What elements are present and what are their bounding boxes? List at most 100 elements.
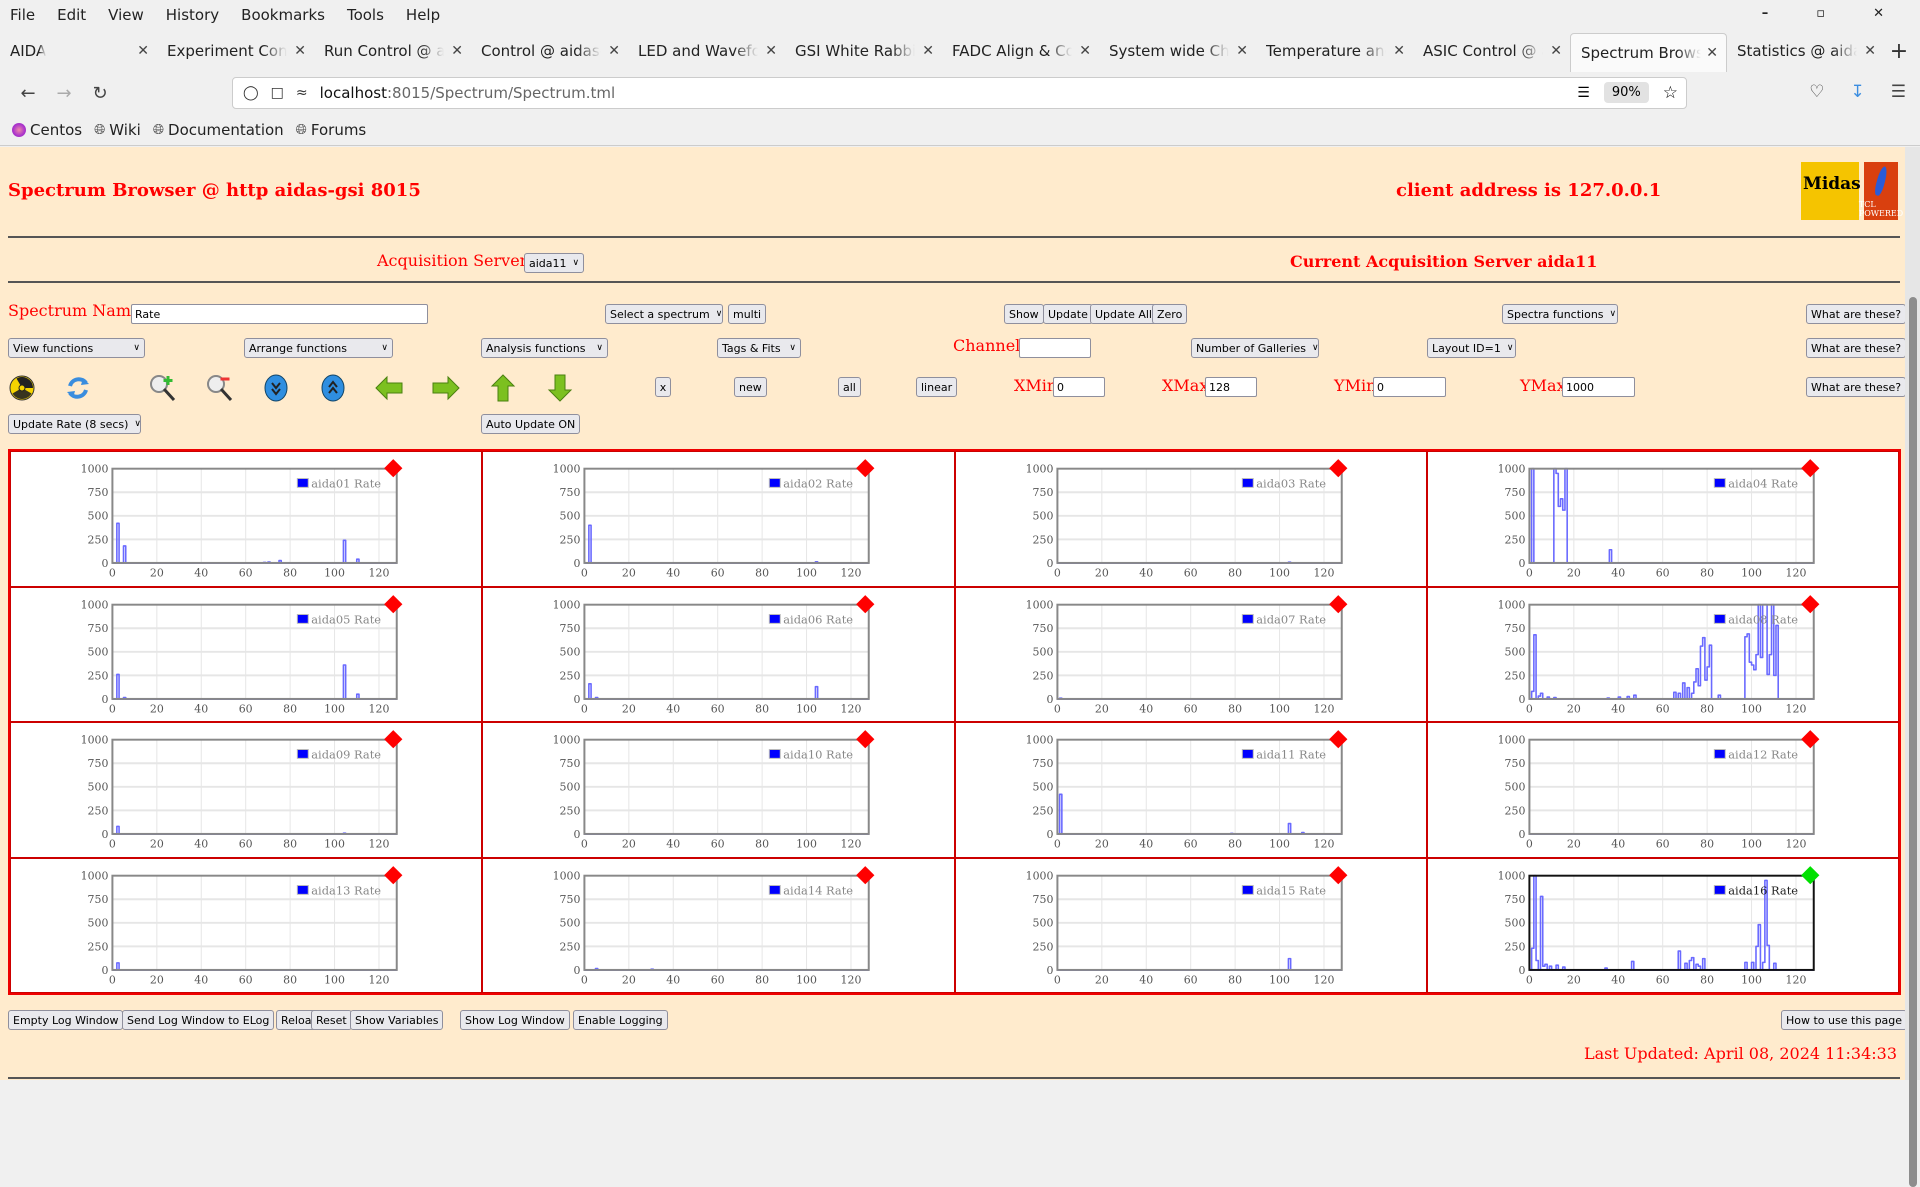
layout-id-dropdown[interactable]: Layout ID=1 ∨ bbox=[1427, 338, 1516, 358]
bookmark-centos[interactable]: Centos bbox=[12, 121, 82, 139]
status-diamond-icon[interactable] bbox=[1800, 730, 1820, 749]
status-diamond-icon[interactable] bbox=[856, 459, 875, 478]
acq-server-select[interactable]: aida11 ∨ bbox=[524, 253, 584, 273]
spectrum-chart[interactable]: 0 20 40 60 80 100 120 0 250 500 750 1000 aida06 Rate bbox=[483, 588, 953, 722]
permissions-icon[interactable]: ≈ bbox=[296, 85, 308, 101]
what-are-these-button-2[interactable]: What are these? bbox=[1806, 338, 1907, 358]
spectrum-chart[interactable]: 0 20 40 60 80 100 120 0 250 500 750 1000 aida15 Rate bbox=[956, 859, 1426, 993]
browser-tab[interactable]: Experiment Control ✕ bbox=[157, 30, 314, 72]
url-bar[interactable]: ◯ □ ≈ localhost:8015/Spectrum/Spectrum.t… bbox=[232, 77, 1687, 109]
reload-icon[interactable]: ↻ bbox=[82, 83, 118, 104]
close-tab-icon[interactable]: ✕ bbox=[451, 43, 463, 59]
page-scrollbar[interactable] bbox=[1905, 147, 1920, 1187]
spectrum-panel[interactable]: 0 20 40 60 80 100 120 0 250 500 750 1000 aida13 Rate bbox=[10, 857, 483, 993]
spectrum-chart[interactable]: 0 20 40 60 80 100 120 0 250 500 750 1000 aida10 Rate bbox=[483, 723, 953, 857]
browser-tab[interactable]: ASIC Control @ aid ✕ bbox=[1413, 30, 1570, 72]
close-tab-icon[interactable]: ✕ bbox=[137, 43, 149, 59]
close-tab-icon[interactable]: ✕ bbox=[1393, 43, 1405, 59]
ymax-input[interactable]: 1000 bbox=[1562, 377, 1635, 397]
status-diamond-icon[interactable] bbox=[384, 459, 403, 478]
browser-tab[interactable]: FADC Align & Cont ✕ bbox=[942, 30, 1099, 72]
all-button[interactable]: all bbox=[838, 377, 861, 397]
number-of-galleries-dropdown[interactable]: Number of Galleries ∨ bbox=[1191, 338, 1319, 358]
close-tab-icon[interactable]: ✕ bbox=[608, 43, 620, 59]
auto-update-button[interactable]: Auto Update ON bbox=[481, 414, 581, 434]
status-diamond-icon[interactable] bbox=[384, 730, 403, 749]
close-tab-icon[interactable]: ✕ bbox=[1079, 43, 1091, 59]
zoom-level[interactable]: 90% bbox=[1603, 82, 1649, 103]
close-window-icon[interactable]: ✕ bbox=[1873, 6, 1884, 21]
menu-item-help[interactable]: Help bbox=[406, 6, 440, 24]
status-diamond-icon[interactable] bbox=[856, 865, 875, 884]
linear-button[interactable]: linear bbox=[916, 377, 958, 397]
close-tab-icon[interactable]: ✕ bbox=[1550, 43, 1562, 59]
spectrum-name-input[interactable]: Rate bbox=[131, 304, 428, 324]
status-diamond-icon[interactable] bbox=[384, 865, 403, 884]
arrow-right-icon[interactable] bbox=[431, 373, 461, 403]
bookmark-forums[interactable]: 🌐︎ Forums bbox=[296, 121, 367, 139]
spectrum-panel[interactable]: 0 20 40 60 80 100 120 0 250 500 750 1000 aida08 Rate bbox=[1426, 586, 1899, 722]
pocket-icon[interactable]: ♡ bbox=[1809, 82, 1824, 102]
what-are-these-button-3[interactable]: What are these? bbox=[1806, 377, 1907, 397]
status-diamond-icon[interactable] bbox=[1328, 730, 1347, 749]
arrow-down-icon[interactable] bbox=[545, 373, 575, 403]
browser-tab[interactable]: Control @ aidas-gsi ✕ bbox=[471, 30, 628, 72]
browser-tab[interactable]: Run Control @ aidas ✕ bbox=[314, 30, 471, 72]
spectrum-chart[interactable]: 0 20 40 60 80 100 120 0 250 500 750 1000 aida12 Rate bbox=[1428, 723, 1898, 857]
spectra-functions-dropdown[interactable]: Spectra functions ∨ bbox=[1502, 304, 1618, 324]
bottom-button-enable-logging[interactable]: Enable Logging bbox=[573, 1010, 668, 1030]
update-button[interactable]: Update bbox=[1043, 304, 1093, 324]
what-are-these-button-1[interactable]: What are these? bbox=[1806, 304, 1907, 324]
spectrum-panel[interactable]: 0 20 40 60 80 100 120 0 250 500 750 1000 aida11 Rate bbox=[954, 722, 1427, 858]
arrow-up-icon[interactable] bbox=[488, 373, 518, 403]
ymin-input[interactable]: 0 bbox=[1373, 377, 1446, 397]
bottom-button-empty-log-window[interactable]: Empty Log Window bbox=[8, 1010, 124, 1030]
spectrum-panel[interactable]: 0 20 40 60 80 100 120 0 250 500 750 1000 aida12 Rate bbox=[1426, 722, 1899, 858]
bookmark-star-icon[interactable]: ☆ bbox=[1663, 83, 1678, 103]
hamburger-menu-icon[interactable]: ☰ bbox=[1891, 82, 1906, 102]
multi-button[interactable]: multi bbox=[728, 304, 767, 324]
radiation-icon[interactable] bbox=[7, 373, 37, 403]
spectrum-chart[interactable]: 0 20 40 60 80 100 120 0 250 500 750 1000 aida09 Rate bbox=[11, 723, 481, 857]
new-tab-icon[interactable]: + bbox=[1884, 30, 1914, 72]
shield-icon[interactable]: ◯ bbox=[243, 85, 259, 101]
forward-icon[interactable]: → bbox=[46, 83, 82, 104]
update-rate-dropdown[interactable]: Update Rate (8 secs) ∨ bbox=[8, 414, 141, 434]
spectrum-panel[interactable]: 0 20 40 60 80 100 120 0 250 500 750 1000 aida01 Rate bbox=[10, 451, 483, 587]
spectrum-panel[interactable]: 0 20 40 60 80 100 120 0 250 500 750 1000 aida07 Rate bbox=[954, 586, 1427, 722]
spectrum-chart[interactable]: 0 20 40 60 80 100 120 0 250 500 750 1000 aida01 Rate bbox=[11, 452, 481, 586]
xmax-input[interactable]: 128 bbox=[1205, 377, 1257, 397]
close-tab-icon[interactable]: ✕ bbox=[294, 43, 306, 59]
spectrum-panel[interactable]: 0 20 40 60 80 100 120 0 250 500 750 1000 aida03 Rate bbox=[954, 451, 1427, 587]
reader-view-icon[interactable]: ☰ bbox=[1577, 85, 1590, 101]
close-tab-icon[interactable]: ✕ bbox=[765, 43, 777, 59]
spectrum-panel[interactable]: 0 20 40 60 80 100 120 0 250 500 750 1000 aida09 Rate bbox=[10, 722, 483, 858]
how-to-use-button[interactable]: How to use this page bbox=[1781, 1010, 1908, 1030]
spectrum-panel[interactable]: 0 20 40 60 80 100 120 0 250 500 750 1000 aida10 Rate bbox=[482, 722, 955, 858]
spectrum-chart[interactable]: 0 20 40 60 80 100 120 0 250 500 750 1000 aida05 Rate bbox=[11, 588, 481, 722]
spectrum-chart[interactable]: 0 20 40 60 80 100 120 0 250 500 750 1000 aida03 Rate bbox=[956, 452, 1426, 586]
browser-tab[interactable]: AIDA ✕ bbox=[0, 30, 157, 72]
downloads-icon[interactable]: ↧ bbox=[1851, 82, 1865, 102]
bookmark-documentation[interactable]: 🌐︎ Documentation bbox=[153, 121, 284, 139]
maximize-icon[interactable]: ▫ bbox=[1816, 6, 1825, 21]
show-button[interactable]: Show bbox=[1004, 304, 1044, 324]
spectrum-panel[interactable]: 0 20 40 60 80 100 120 0 250 500 750 1000 aida04 Rate bbox=[1426, 451, 1899, 587]
status-diamond-icon[interactable] bbox=[1328, 865, 1347, 884]
spectrum-panel[interactable]: 0 20 40 60 80 100 120 0 250 500 750 1000 aida02 Rate bbox=[482, 451, 955, 587]
close-tab-icon[interactable]: ✕ bbox=[1864, 43, 1876, 59]
expand-down-icon[interactable] bbox=[261, 373, 291, 403]
menu-item-tools[interactable]: Tools bbox=[347, 6, 384, 24]
zoom-in-icon[interactable] bbox=[148, 373, 178, 403]
channel-input[interactable] bbox=[1019, 338, 1091, 358]
spectrum-chart[interactable]: 0 20 40 60 80 100 120 0 250 500 750 1000 aida04 Rate bbox=[1428, 452, 1898, 586]
back-icon[interactable]: ← bbox=[10, 83, 46, 104]
close-tab-icon[interactable]: ✕ bbox=[922, 43, 934, 59]
zero-button[interactable]: Zero bbox=[1152, 304, 1188, 324]
spectrum-chart[interactable]: 0 20 40 60 80 100 120 0 250 500 750 1000 aida02 Rate bbox=[483, 452, 953, 586]
bottom-button-show-variables[interactable]: Show Variables bbox=[350, 1010, 444, 1030]
spectrum-chart[interactable]: 0 20 40 60 80 100 120 0 250 500 750 1000 aida16 Rate bbox=[1428, 859, 1898, 993]
browser-tab[interactable]: Temperature and s ✕ bbox=[1256, 30, 1413, 72]
bottom-button-send-log-window-to-elog[interactable]: Send Log Window to ELog bbox=[122, 1010, 275, 1030]
bottom-button-show-log-window[interactable]: Show Log Window bbox=[460, 1010, 570, 1030]
